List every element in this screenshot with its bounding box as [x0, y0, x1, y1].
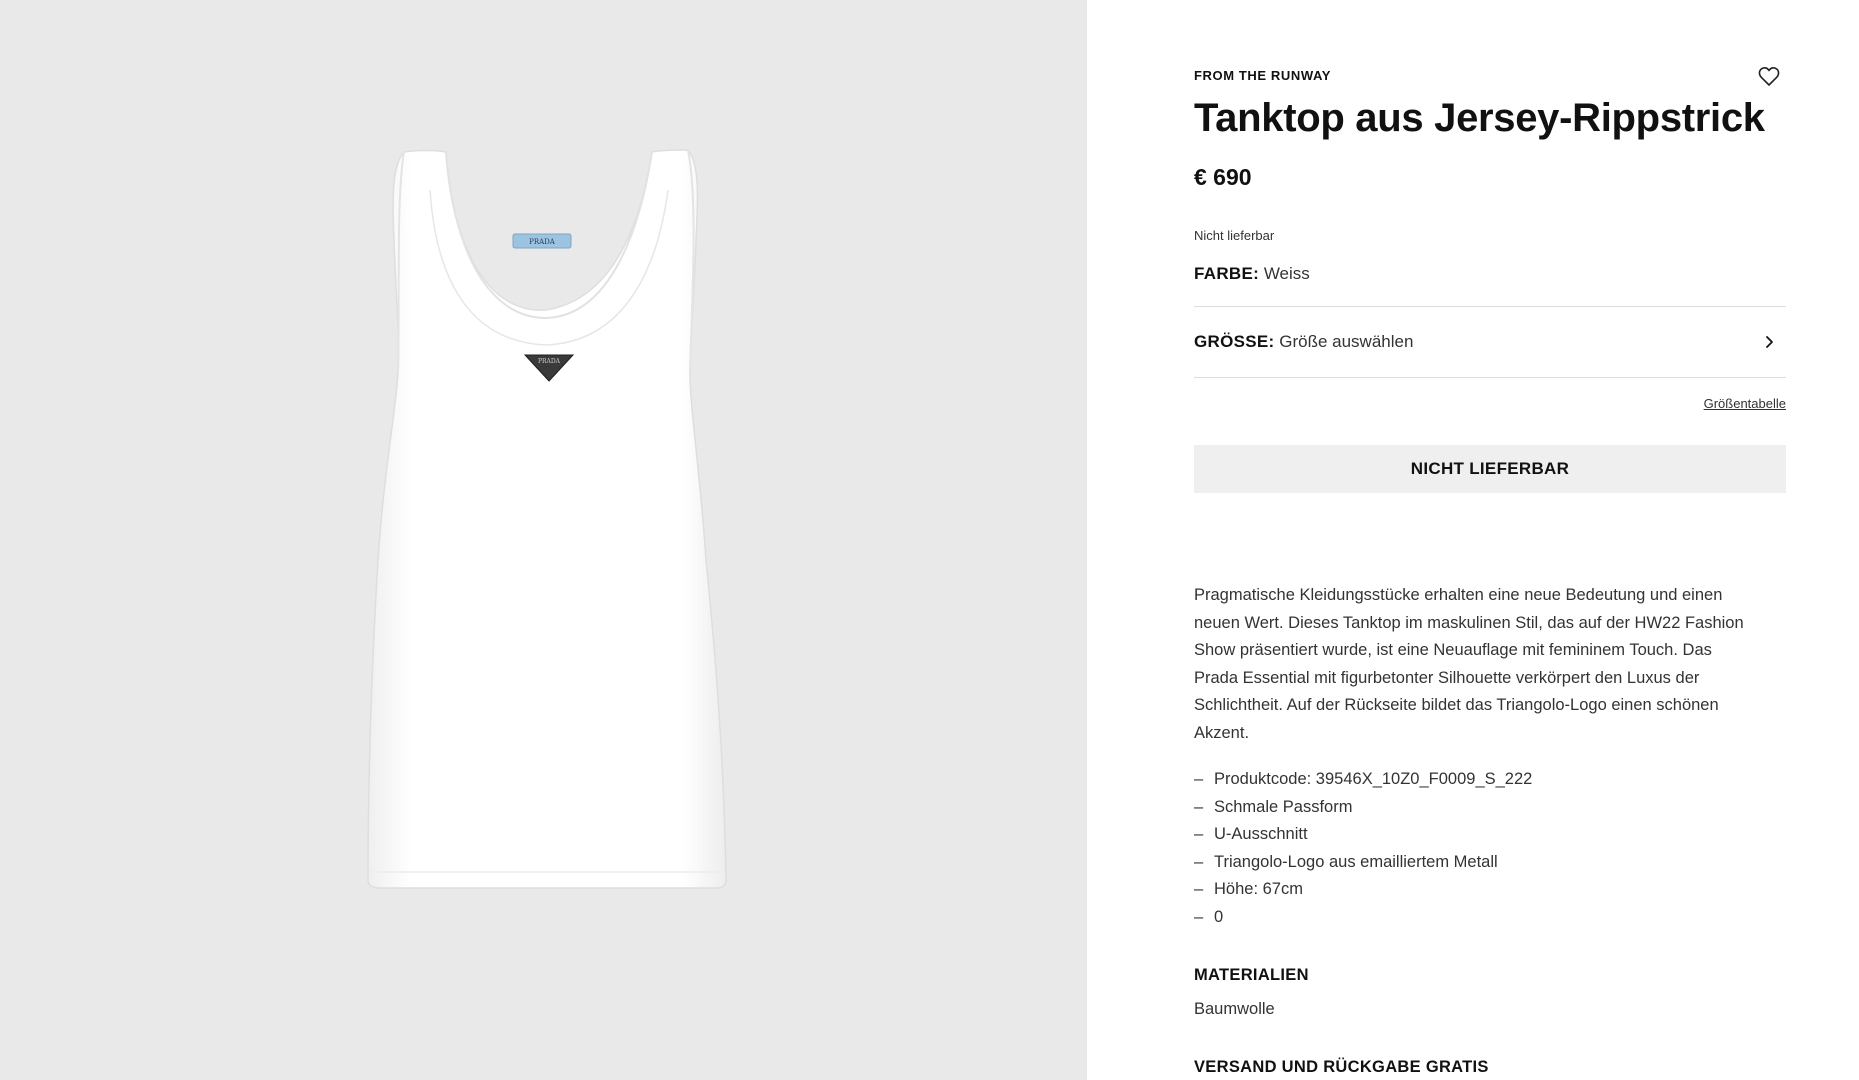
color-value: Weiss: [1263, 264, 1310, 283]
bullet-dash: –: [1194, 797, 1204, 816]
list-item: – Produktcode: 39546X_10Z0_F0009_S_222: [1194, 766, 1532, 794]
size-selector-text: GRÖSSE: Größe auswählen: [1194, 332, 1413, 352]
neck-label-text: PRADA: [529, 238, 556, 246]
list-item: – U-Ausschnitt: [1194, 821, 1532, 849]
runway-eyebrow: FROM THE RUNWAY: [1194, 68, 1332, 83]
triangle-logo-text: PRADA: [538, 358, 561, 365]
list-item: – Höhe: 67cm: [1194, 876, 1532, 904]
feature-text: U-Ausschnitt: [1214, 825, 1308, 843]
product-title: Tanktop aus Jersey-Rippstrick: [1194, 96, 1765, 140]
materials-heading: MATERIALIEN: [1194, 966, 1309, 984]
list-item: –0: [1194, 904, 1532, 932]
size-value: Größe auswählen: [1279, 332, 1414, 351]
feature-text: Produktcode: 39546X_10Z0_F0009_S_222: [1214, 770, 1533, 788]
materials-value: Baumwolle: [1194, 1000, 1275, 1018]
neck-label: PRADA: [512, 233, 572, 249]
bullet-dash: –: [1194, 880, 1204, 898]
product-image: PRADA PRADA: [367, 149, 727, 889]
heart-outline-icon[interactable]: [1757, 64, 1781, 88]
color-info: FARBE: Weiss: [1194, 264, 1310, 284]
size-label: GRÖSSE:: [1194, 332, 1275, 351]
list-item: – Triangolo-Logo aus emailliertem Metall: [1194, 849, 1532, 877]
product-price: € 690: [1194, 164, 1252, 190]
feature-list: – Produktcode: 39546X_10Z0_F0009_S_222 – S…: [1194, 766, 1532, 931]
bullet-dash: –: [1194, 825, 1204, 843]
feature-text: Höhe: 67cm: [1214, 880, 1303, 898]
product-details-panel: FROM THE RUNWAY Tanktop aus Jersey-Ripps…: [1194, 0, 1786, 1080]
feature-text: Triangolo-Logo aus emailliertem Metall: [1214, 852, 1498, 871]
bullet-dash: –: [1194, 907, 1204, 926]
feature-text: Schmale Passform: [1214, 797, 1353, 816]
bullet-dash: –: [1194, 852, 1204, 871]
size-chart-link[interactable]: Größentabelle: [1704, 396, 1786, 411]
size-selector[interactable]: GRÖSSE: Größe auswählen: [1194, 306, 1786, 378]
color-label: FARBE:: [1194, 264, 1260, 283]
bullet-dash: –: [1194, 770, 1204, 788]
product-description: Pragmatische Kleidungsstücke erhalten ei…: [1194, 586, 1744, 742]
feature-text: 0: [1214, 907, 1224, 926]
shipping-returns-heading[interactable]: VERSAND UND RÜCKGABE GRATIS: [1194, 1058, 1489, 1077]
product-image-area[interactable]: PRADA PRADA: [0, 0, 1087, 1080]
availability-status: Nicht lieferbar: [1194, 228, 1275, 243]
not-available-button[interactable]: NICHT LIEFERBAR: [1194, 445, 1786, 493]
chevron-right-icon: [1766, 336, 1773, 348]
list-item: – Schmale Passform: [1194, 794, 1532, 822]
